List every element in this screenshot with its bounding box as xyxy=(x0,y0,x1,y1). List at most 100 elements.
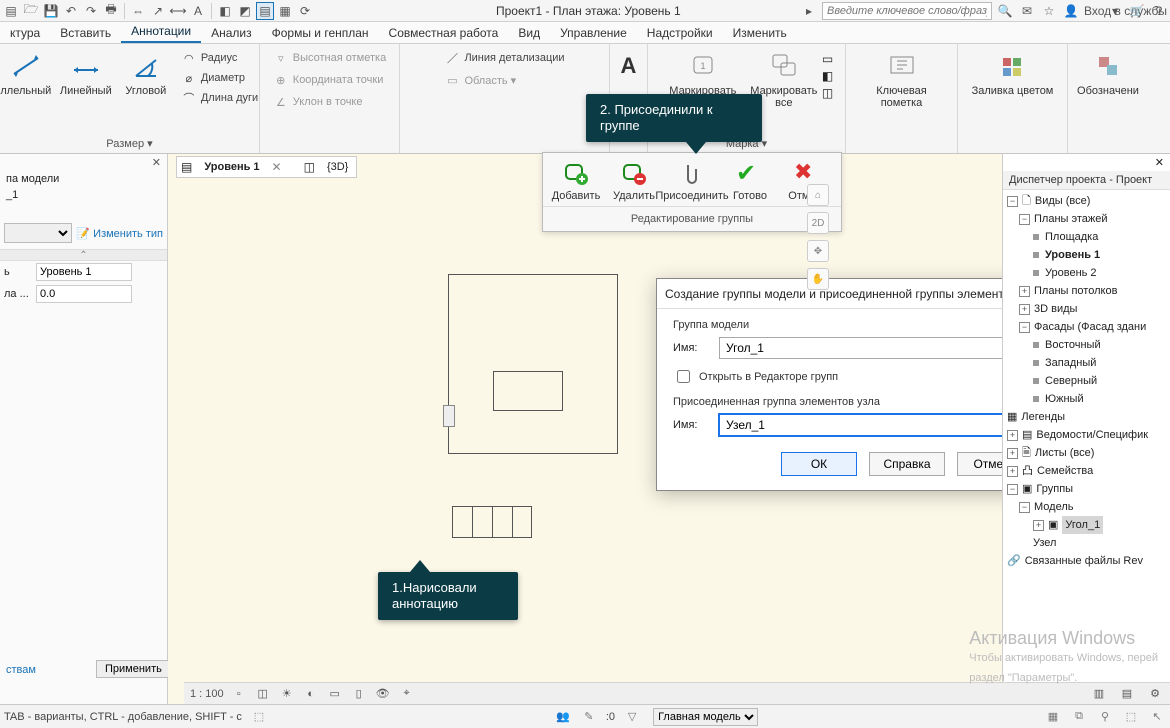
group-attach-button[interactable]: Присоединить xyxy=(664,159,720,202)
dimension-icon[interactable]: ⟷ xyxy=(169,2,187,20)
status-icon-select[interactable]: ⬚ xyxy=(250,708,268,726)
open-editor-checkbox[interactable] xyxy=(677,370,690,383)
dropdown-icon[interactable]: ▾ xyxy=(1106,4,1124,18)
cart-icon[interactable]: 🛒 xyxy=(1128,4,1146,18)
drawing-canvas[interactable]: ▤ Уровень 1 ✕ ◫ {3D} Добавить Удалить Пр… xyxy=(168,154,1002,704)
tree-group-uzel[interactable]: Узел xyxy=(1007,534,1170,552)
radius-button[interactable]: ◠Радиус xyxy=(177,48,262,68)
detail-level-icon[interactable]: ▫ xyxy=(230,686,248,702)
tree-fac-east[interactable]: Восточный xyxy=(1007,336,1170,354)
collapser[interactable]: ⌃ xyxy=(0,249,167,261)
spot-coord-button[interactable]: ⊕Координата точки xyxy=(269,70,388,90)
close-hidden-icon[interactable]: ▦ xyxy=(276,2,294,20)
tab-architecture[interactable]: ктура xyxy=(0,23,50,43)
linear-dim-button[interactable]: Линейный xyxy=(57,48,115,99)
nav-home-icon[interactable]: ⌂ xyxy=(807,184,829,206)
scale-label[interactable]: 1 : 100 xyxy=(190,688,224,700)
group-finish-button[interactable]: ✔Готово xyxy=(722,159,778,202)
tree-group-ugol[interactable]: +▣ Угол_1 xyxy=(1007,516,1170,534)
tree-fac-south[interactable]: Южный xyxy=(1007,390,1170,408)
status-icon-filter[interactable]: ▽ xyxy=(623,708,641,726)
save-icon[interactable]: 💾 xyxy=(42,2,60,20)
main-model-select[interactable]: Главная модель xyxy=(653,708,758,726)
tab-analyze[interactable]: Анализ xyxy=(201,23,262,43)
view-tab-close-icon[interactable]: ✕ xyxy=(272,160,282,174)
measure-icon[interactable]: ⇔ xyxy=(129,2,147,20)
dialog-help-button[interactable]: Справка xyxy=(869,452,945,476)
search-arrow-icon[interactable]: ▸ xyxy=(800,4,818,18)
visual-style-icon[interactable]: ◫ xyxy=(254,686,272,702)
status-icon-2[interactable]: ⧉ xyxy=(1070,708,1088,726)
search-input[interactable] xyxy=(822,2,992,20)
tree-schedules[interactable]: +▤ Ведомости/Специфик xyxy=(1007,426,1170,444)
reveal-icon[interactable]: ⌖ xyxy=(398,686,416,702)
status-icon-3[interactable]: ⚲ xyxy=(1096,708,1114,726)
color-fill-button[interactable]: Заливка цветом xyxy=(965,48,1061,99)
undo-icon[interactable]: ↶ xyxy=(62,2,80,20)
status-icon-1[interactable]: ▦ xyxy=(1044,708,1062,726)
3d-icon[interactable]: ◧ xyxy=(216,2,234,20)
material-tag-icon[interactable]: ▭ xyxy=(822,52,833,66)
keynote-button[interactable]: Ключевая пометка xyxy=(853,48,951,111)
nav-pan-icon[interactable]: ✋ xyxy=(807,268,829,290)
tab-insert[interactable]: Вставить xyxy=(50,23,121,43)
tree-fac-north[interactable]: Северный xyxy=(1007,372,1170,390)
vb-right3-icon[interactable]: ⚙ xyxy=(1146,686,1164,702)
offset-input[interactable] xyxy=(36,285,132,303)
star-icon[interactable]: ☆ xyxy=(1040,4,1058,18)
edit-type-link[interactable]: 📝 Изменить тип xyxy=(76,227,163,240)
apply-button[interactable]: Применить xyxy=(96,660,171,678)
open-icon[interactable]: 🗁 xyxy=(22,2,40,20)
tree-fp-level1[interactable]: Уровень 1 xyxy=(1007,246,1170,264)
diameter-button[interactable]: ⌀Диаметр xyxy=(177,68,262,88)
redo-icon[interactable]: ↷ xyxy=(82,2,100,20)
level-input[interactable] xyxy=(36,263,132,281)
section-icon[interactable]: ◩ xyxy=(236,2,254,20)
aligned-dim-button[interactable]: ллельный xyxy=(0,48,55,99)
tree-legends[interactable]: ▦ Легенды xyxy=(1007,408,1170,426)
tab-modify[interactable]: Изменить xyxy=(723,23,797,43)
sync-icon[interactable]: ⟳ xyxy=(296,2,314,20)
tab-massing[interactable]: Формы и генплан xyxy=(262,23,379,43)
align-icon[interactable]: ↗ xyxy=(149,2,167,20)
angular-dim-button[interactable]: Угловой xyxy=(117,48,175,99)
status-icon-workset[interactable]: 👥 xyxy=(554,708,572,726)
tree-links[interactable]: 🔗 Связанные файлы Rev xyxy=(1007,552,1170,570)
view-tab-3d[interactable]: {3D} xyxy=(323,161,352,173)
tree-facades[interactable]: −Фасады (Фасад здани xyxy=(1007,318,1170,336)
tree-ceilplans[interactable]: +Планы потолков xyxy=(1007,282,1170,300)
status-icon-editreq[interactable]: ✎ xyxy=(580,708,598,726)
user-icon[interactable]: 👤 xyxy=(1062,4,1080,18)
palette-close-icon[interactable]: ✕ xyxy=(152,157,161,169)
print-icon[interactable]: 🖶 xyxy=(102,2,120,20)
comm-icon[interactable]: ✉ xyxy=(1018,4,1036,18)
arc-length-button[interactable]: ⌒Длина дуги xyxy=(177,88,262,108)
tree-families[interactable]: +凸 Семейства xyxy=(1007,462,1170,480)
crop-icon[interactable]: ▭ xyxy=(326,686,344,702)
tab-annotations[interactable]: Аннотации xyxy=(121,21,201,43)
sun-path-icon[interactable]: ☀ xyxy=(278,686,296,702)
tab-collab[interactable]: Совместная работа xyxy=(379,23,509,43)
properties-tab-link[interactable]: ствам xyxy=(0,660,42,680)
spot-elevation-button[interactable]: ▿Высотная отметка xyxy=(269,48,390,68)
tree-groups-model[interactable]: −Модель xyxy=(1007,498,1170,516)
type-selector[interactable] xyxy=(4,223,72,243)
area-tag-icon[interactable]: ◫ xyxy=(822,86,833,100)
status-icon-4[interactable]: ⬚ xyxy=(1122,708,1140,726)
browser-close-icon[interactable]: ✕ xyxy=(1155,157,1164,169)
group-add-button[interactable]: Добавить xyxy=(548,159,604,202)
text-a-icon[interactable]: A xyxy=(189,2,207,20)
region-button[interactable]: ▭Область ▾ xyxy=(440,70,520,90)
detail-line-button[interactable]: ／Линия детализации xyxy=(440,48,568,68)
panel-dimension-title[interactable]: Размер ▾ xyxy=(106,135,152,151)
tree-fac-west[interactable]: Западный xyxy=(1007,354,1170,372)
search-icon[interactable]: 🔍 xyxy=(996,4,1014,18)
dialog-ok-button[interactable]: ОК xyxy=(781,452,857,476)
thin-lines-icon[interactable]: ▤ xyxy=(256,2,274,20)
tab-manage[interactable]: Управление xyxy=(550,23,637,43)
vb-right1-icon[interactable]: ▥ xyxy=(1090,686,1108,702)
hide-icon[interactable]: 👁 xyxy=(374,686,392,702)
spot-slope-button[interactable]: ∠Уклон в точке xyxy=(269,92,367,112)
login-label[interactable]: Вход в службы xyxy=(1084,4,1102,18)
shadows-icon[interactable]: ◐ xyxy=(302,686,320,702)
